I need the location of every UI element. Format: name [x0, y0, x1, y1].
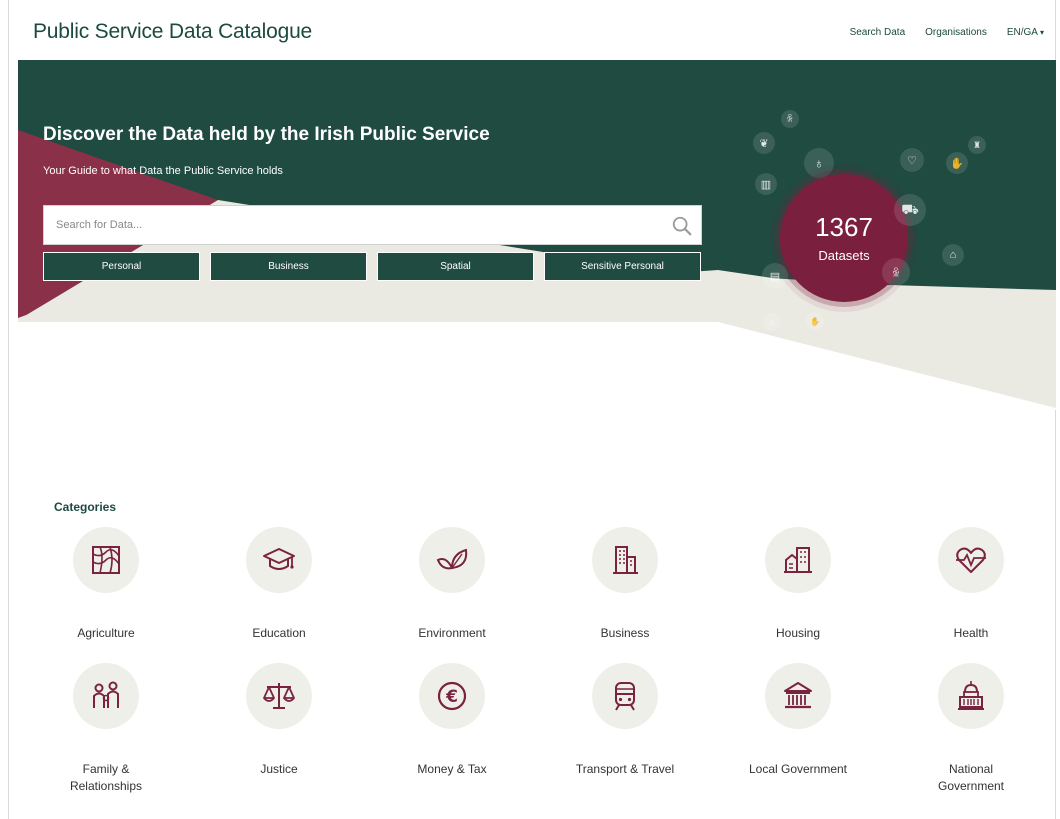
category-business[interactable]: Business: [539, 527, 711, 642]
category-label: Local Government: [748, 762, 848, 776]
category-transport-travel[interactable]: Transport & Travel: [539, 663, 711, 778]
category-label: Agriculture: [77, 626, 135, 640]
apartment-icon: [784, 547, 812, 573]
nav-search-data[interactable]: Search Data: [850, 27, 906, 38]
office-building-icon: [613, 546, 638, 574]
cap-small-icon: ⌂: [763, 313, 781, 331]
nav-organisations[interactable]: Organisations: [925, 27, 987, 38]
hero-subtitle: Your Guide to what Data the Public Servi…: [43, 165, 283, 177]
family-icon: [93, 681, 119, 708]
scales-icon: [263, 683, 295, 709]
language-dropdown[interactable]: EN/GA ▾: [1007, 27, 1044, 38]
site-header: Public Service Data Catalogue Search Dat…: [0, 0, 1060, 60]
category-label: Education: [252, 626, 306, 640]
categories-heading: Categories: [54, 500, 117, 514]
euro-coin-icon: €: [437, 681, 467, 711]
civic-building-icon: [784, 682, 812, 709]
caret-down-icon: ▾: [1039, 28, 1044, 37]
capitol-icon: [958, 681, 984, 710]
monument-icon: ♜: [968, 136, 986, 154]
category-label: Money & Tax: [417, 762, 487, 776]
dataset-count-label: Datasets: [818, 247, 870, 263]
train-icon: ⛟: [894, 194, 926, 226]
heartbeat-icon: [956, 547, 986, 573]
category-housing[interactable]: Housing: [712, 527, 884, 642]
filter-business-button[interactable]: Business: [210, 252, 367, 281]
category-health[interactable]: Health: [885, 527, 1057, 642]
hero-title: Discover the Data held by the Irish Publ…: [43, 124, 490, 145]
category-national-government[interactable]: National Government: [885, 663, 1057, 795]
category-label: National Government: [937, 762, 1005, 793]
dataset-count: 1367: [815, 211, 873, 242]
graduation-cap-icon: ⌂: [942, 244, 964, 266]
search-box: [43, 205, 702, 245]
language-label: EN/GA: [1006, 27, 1038, 38]
field-icon: [92, 546, 120, 574]
site-title[interactable]: Public Service Data Catalogue: [33, 20, 312, 44]
heart-icon: ♡: [900, 148, 924, 172]
search-icon[interactable]: [671, 215, 693, 237]
category-label: Business: [600, 626, 650, 640]
house-icon: ▤: [762, 263, 788, 289]
category-family-relationships[interactable]: Family & Relationships: [20, 663, 192, 795]
people-icon: ꆜ: [781, 110, 799, 128]
family-icon: ꆜ: [882, 258, 910, 286]
graduation-cap-icon: [263, 548, 295, 570]
category-agriculture[interactable]: Agriculture: [20, 527, 192, 642]
filter-spatial-button[interactable]: Spatial: [377, 252, 534, 281]
search-input[interactable]: [44, 206, 654, 244]
category-money-tax[interactable]: € Money & Tax: [366, 663, 538, 778]
filter-personal-button[interactable]: Personal: [43, 252, 200, 281]
svg-text:€: €: [445, 687, 458, 707]
category-justice[interactable]: Justice: [193, 663, 365, 778]
leaf-icon: ❦: [753, 132, 775, 154]
train-icon: [615, 682, 635, 711]
filter-buttons: Personal Business Spatial Sensitive Pers…: [43, 252, 701, 281]
category-education[interactable]: Education: [193, 527, 365, 642]
category-label: Justice: [260, 762, 298, 776]
category-label: Environment: [418, 626, 486, 640]
category-environment[interactable]: Environment: [366, 527, 538, 642]
hand-icon: ✋: [946, 152, 968, 174]
leaves-icon: [436, 548, 468, 570]
top-nav: Search Data Organisations EN/GA ▾: [850, 27, 1044, 38]
category-label: Family & Relationships: [69, 762, 143, 793]
hero-banner: Discover the Data held by the Irish Publ…: [18, 60, 1056, 410]
lightbulb-icon: ♁: [804, 148, 834, 178]
hand-small-icon: ✋: [806, 312, 824, 330]
category-label: Housing: [775, 626, 821, 640]
filter-sensitive-personal-button[interactable]: Sensitive Personal: [544, 252, 701, 281]
building-icon: ▥: [755, 173, 777, 195]
category-local-government[interactable]: Local Government: [712, 663, 884, 778]
category-label: Health: [953, 626, 989, 640]
category-label: Transport & Travel: [575, 762, 675, 776]
